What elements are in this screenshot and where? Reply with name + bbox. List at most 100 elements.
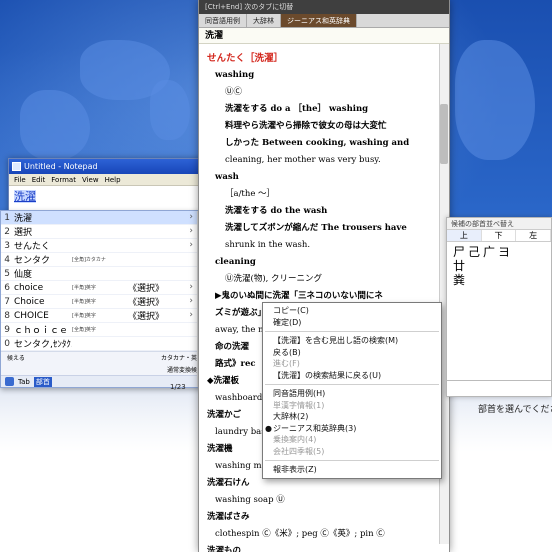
candidate-row[interactable]: 6 choice [半角]英字 《選択》 › [1,281,209,295]
context-menu-label: 進む(F) [273,359,300,368]
context-menu-item[interactable]: ● ジーニアス和英辞典(3) [263,423,441,435]
context-menu-label: 戻る(B) [273,347,301,357]
context-menu-item[interactable]: コピー(C) [263,305,441,317]
candidate-page-indicator: 1/23 [170,383,186,391]
candidate-subnote: 《選択》 [128,284,165,294]
candidate-word: センタク [14,256,51,266]
context-menu-item[interactable]: 戻る(B) [263,347,441,359]
notepad-text-area[interactable]: 洗濯 [9,186,207,204]
candidate-word: choice [14,282,44,293]
notepad-title: Untitled - Notepad [24,162,98,171]
context-menu-item[interactable]: 【洗濯】の検索結果に戻る(U) [263,370,441,382]
ime-candidate-window: 1 洗濯 › 2 選択 › 3 せんたく › 4 センタク [全角]カタカナ 5 仙度 6 choice [半角… [0,210,210,388]
menu-view[interactable]: View [82,174,99,185]
candidate-word: CHOICE [14,310,49,321]
dictionary-line: 料理やら洗濯やら掃除で彼女の母は大変忙 [225,121,387,131]
candidate-number: 9 [4,324,10,335]
dictionary-scroll-thumb[interactable] [440,104,448,164]
radical-panel-title: 候補の部首並べ替え [447,218,551,230]
chevron-right-icon: › [189,226,193,236]
dictionary-line: 洗濯してズボンが縮んだ The trousers have [225,223,407,233]
candidate-row[interactable]: 5 仙度 [1,267,209,281]
candidate-subnote: 《選択》 [128,312,165,322]
radical-tab-bottom[interactable]: 下 [482,230,517,241]
context-menu-label: 単漢字情報(1) [273,400,325,410]
candidate-word: 仙度 [14,270,33,280]
context-menu-label: 【洗濯】を含む見出し語の検索(M) [273,336,399,345]
radical-tab-top[interactable]: 上 [447,230,482,241]
candidate-row[interactable]: 7 Choice [半角]英字 《選択》 › [1,295,209,309]
context-menu-item: 単漢字情報(1) [263,400,441,412]
candidate-note: [半角]英字 [72,285,96,291]
dictionary-hint: [Ctrl+End] 次のタブに切替 [199,0,449,14]
dictionary-line: cleaning, her mother was very busy. [225,155,381,165]
context-menu-item[interactable]: 大辞林(2) [263,411,441,423]
menu-help[interactable]: Help [105,174,121,185]
dictionary-line: しかった Between cooking, washing and [225,138,410,148]
candidate-word: 選択 [14,228,33,238]
dictionary-line: 洗濯ばさみ [207,512,250,522]
tab-daijirin[interactable]: 大辞林 [247,14,281,27]
notepad-titlebar[interactable]: Untitled - Notepad [9,159,207,174]
candidate-number: 4 [4,254,10,265]
context-menu-item: 会社四季報(5) [263,446,441,458]
candidate-number: 2 [4,226,10,237]
candidate-row[interactable]: 8 CHOICE [半角]英字 《選択》 › [1,309,209,323]
tab-genius[interactable]: ジーニアス和英辞典 [281,14,357,27]
context-menu-label: ジーニアス和英辞典(3) [273,423,357,433]
candidate-row[interactable]: 0 センタク,ｾﾝﾀｸ… [1,337,209,351]
candidate-footer-2: 通常変換候補 [1,363,209,375]
candidate-subnote: 《選択》 [128,298,165,308]
context-menu-label: コピー(C) [273,306,309,315]
chevron-right-icon: › [189,212,193,222]
candidate-number: 1 [4,212,10,223]
radical-tabs: 上 下 左 [447,230,552,242]
context-menu-item[interactable]: 確定(D) [263,317,441,329]
context-menu-item[interactable]: 同音語用例(H) [263,388,441,400]
context-menu-item[interactable]: 報非表示(Z) [263,464,441,476]
context-menu-label: 同音語用例(H) [273,389,326,398]
radical-divider [447,380,551,381]
candidate-row[interactable]: 1 洗濯 › [1,211,209,225]
menu-edit[interactable]: Edit [32,174,46,185]
radical-chars[interactable]: 尸己广ヨ 廿 粪 [447,242,551,290]
candidate-row[interactable]: 9 ｃｈｏｉｃｅ [全角]英字 [1,323,209,337]
candidate-number: 5 [4,268,10,279]
context-menu: コピー(C) 確定(D) 【洗濯】を含む見出し語の検索(M) 戻る(B) 進む(F) 【洗… [262,302,442,479]
candidate-number: 7 [4,296,10,307]
candidate-row[interactable]: 2 選択 › [1,225,209,239]
context-menu-item: 乗換案内(4) [263,434,441,446]
radical-button[interactable]: 部首 [33,376,52,387]
candidate-word: Choice [14,296,45,307]
dictionary-heading: 洗濯 [199,28,449,44]
chevron-right-icon: › [189,296,193,306]
dictionary-line: washing [215,70,255,80]
menu-format[interactable]: Format [51,174,76,185]
chevron-right-icon: › [189,310,193,320]
context-menu-item[interactable]: 【洗濯】を含む見出し語の検索(M) [263,335,441,347]
menu-separator [265,460,439,461]
radical-panel: 候補の部首並べ替え 上 下 左 尸己广ヨ 廿 粪 [446,217,552,397]
dictionary-line: ⓊⒸ [225,87,243,97]
dictionary-tabs: 同音語用例 大辞林 ジーニアス和英辞典 [199,14,449,28]
candidate-row[interactable]: 3 せんたく › [1,239,209,253]
candidate-tab-label[interactable]: Tab [18,378,30,386]
context-menu-label: 会社四季報(5) [273,446,325,456]
menu-separator [265,384,439,385]
candidate-row[interactable]: 4 センタク [全角]カタカナ [1,253,209,267]
radical-tab-left[interactable]: 左 [516,230,552,241]
radical-message: 部首を選んでください。 [478,405,552,415]
dictionary-line: 洗濯もの [207,546,242,552]
tab-homophone[interactable]: 同音語用例 [199,14,247,27]
candidate-number: 0 [4,338,10,349]
context-menu-label: 乗換案内(4) [273,435,317,444]
tab-key-icon[interactable] [5,377,14,386]
headword: せんたく［洗濯］ [207,53,284,64]
candidate-number: 3 [4,240,10,251]
context-menu-label: 大辞林(2) [273,412,309,421]
dictionary-line: 洗濯をする do a ［the］ washing [225,104,369,114]
candidate-note: [半角]英字 [72,313,96,319]
dictionary-line: shrunk in the wash. [225,240,311,250]
candidate-note: [全角]英字 [72,327,96,333]
menu-file[interactable]: File [14,174,26,185]
